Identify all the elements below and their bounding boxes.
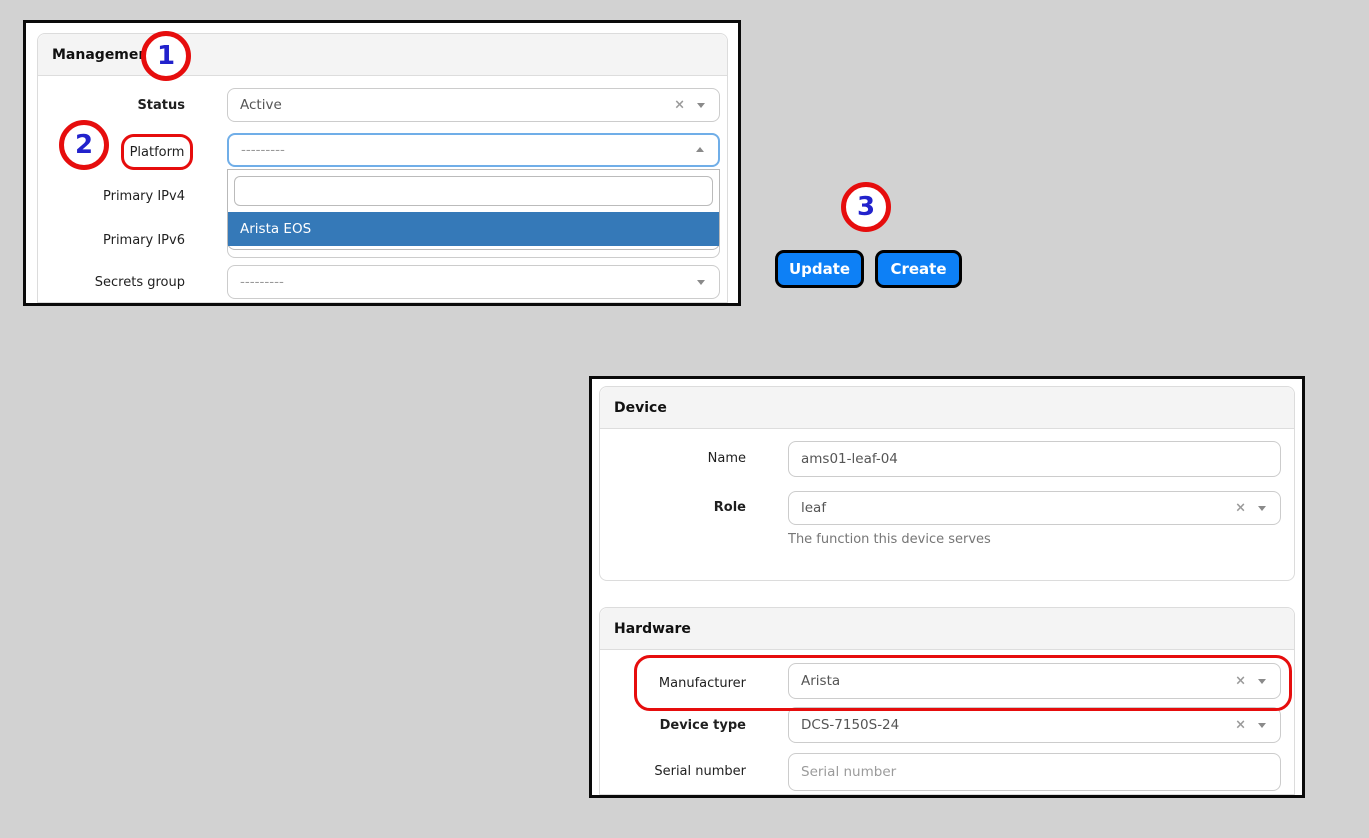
update-button[interactable]: Update [775, 250, 864, 288]
status-select-value: Active [240, 97, 282, 113]
clear-icon[interactable]: × [1235, 502, 1246, 515]
device-type-select-value: DCS-7150S-24 [801, 717, 899, 733]
platform-label: Platform [130, 145, 185, 160]
annotation-circle-2: 2 [59, 120, 109, 170]
role-select[interactable]: leaf × [788, 491, 1281, 525]
manufacturer-row-highlight [634, 655, 1292, 711]
dropdown-option-label: Arista EOS [240, 221, 311, 237]
device-screenshot-frame: Device Name Role leaf × The function thi… [589, 376, 1305, 798]
status-label: Status [26, 98, 185, 114]
platform-select-value: --------- [241, 142, 285, 158]
hardware-panel-header: Hardware [600, 608, 1294, 650]
create-button[interactable]: Create [875, 250, 962, 288]
secrets-group-label: Secrets group [26, 275, 185, 291]
annotation-number-3: 3 [857, 192, 875, 222]
secrets-group-select[interactable]: --------- [227, 265, 720, 299]
device-panel: Device [599, 386, 1295, 581]
management-screenshot-frame: Management Status Primary IPv4 Primary I… [23, 20, 741, 306]
role-select-value: leaf [801, 500, 826, 516]
device-type-select[interactable]: DCS-7150S-24 × [788, 707, 1281, 743]
management-panel-title: Management [52, 47, 155, 63]
platform-dropdown: Arista EOS [227, 169, 720, 250]
dropdown-search-input[interactable] [234, 176, 713, 206]
platform-select[interactable]: --------- [227, 133, 720, 167]
caret-down-icon [697, 280, 705, 285]
hardware-panel-title: Hardware [614, 621, 691, 637]
role-label: Role [592, 500, 746, 516]
clear-icon[interactable]: × [674, 99, 685, 112]
secrets-group-select-value: --------- [240, 274, 284, 290]
caret-down-icon [1258, 723, 1266, 728]
device-panel-header: Device [600, 387, 1294, 429]
annotated-screenshot-page: Management Status Primary IPv4 Primary I… [0, 0, 1369, 838]
clear-icon[interactable]: × [1235, 719, 1246, 732]
platform-label-highlight: Platform [121, 134, 193, 170]
name-label: Name [592, 451, 746, 467]
annotation-number-1: 1 [157, 41, 175, 71]
device-type-label: Device type [592, 718, 746, 734]
name-input[interactable] [788, 441, 1281, 477]
role-help-text: The function this device serves [788, 532, 991, 547]
annotation-number-2: 2 [75, 130, 93, 160]
caret-down-icon [1258, 506, 1266, 511]
annotation-circle-1: 1 [141, 31, 191, 81]
caret-up-icon [696, 147, 704, 152]
dropdown-option-arista-eos[interactable]: Arista EOS [228, 212, 719, 246]
primary-ipv4-label: Primary IPv4 [26, 189, 185, 205]
annotation-circle-3: 3 [841, 182, 891, 232]
status-select[interactable]: Active × [227, 88, 720, 122]
device-panel-title: Device [614, 400, 667, 416]
primary-ipv6-label: Primary IPv6 [26, 233, 185, 249]
caret-down-icon [697, 103, 705, 108]
serial-number-input[interactable] [788, 753, 1281, 791]
serial-number-label: Serial number [592, 764, 746, 780]
